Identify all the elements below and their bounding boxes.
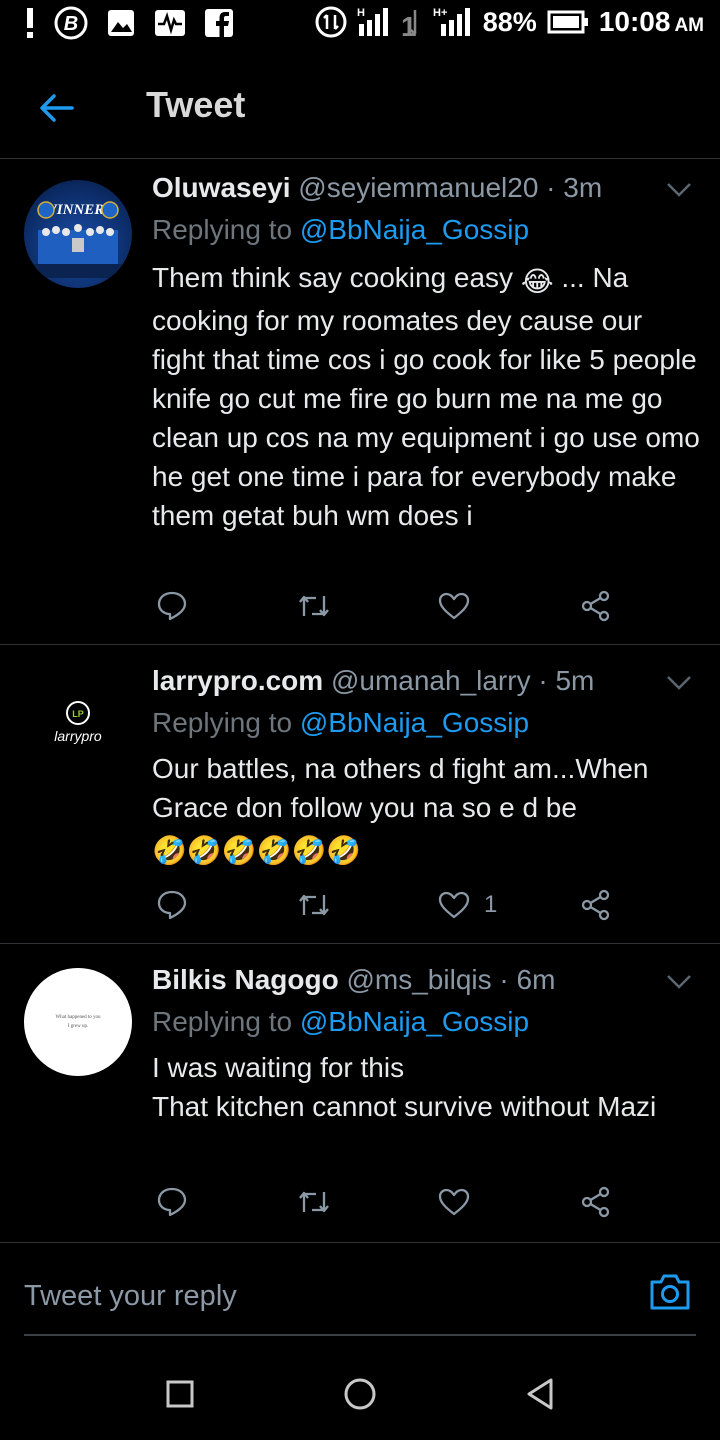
tweet-item[interactable]: WINNERS Oluwaseyi @seyiemmanuel20 · 3m R… — [0, 160, 720, 645]
share-icon — [581, 889, 610, 921]
back-arrow-icon[interactable] — [32, 84, 80, 132]
replying-to-label: Replying to — [152, 214, 293, 245]
share-icon — [581, 1186, 610, 1218]
tweet-item[interactable]: LP larrypro larrypro.com @umanah_larry ·… — [0, 645, 720, 944]
mention-link[interactable]: @BbNaija_Gossip — [300, 707, 529, 738]
retweet-button[interactable] — [296, 586, 332, 626]
chevron-down-icon[interactable] — [666, 673, 692, 693]
retweet-button[interactable] — [296, 1182, 332, 1222]
avatar[interactable]: WINNERS — [24, 180, 132, 288]
tweet-text: Them think say cooking easy 😂 ... Na coo… — [152, 258, 700, 535]
recents-square-icon[interactable] — [160, 1374, 200, 1414]
share-icon — [581, 590, 610, 622]
avatar[interactable]: LP larrypro — [24, 665, 132, 773]
replying-to: Replying to @BbNaija_Gossip — [152, 214, 529, 246]
like-button[interactable] — [438, 1182, 484, 1222]
retweet-icon — [299, 894, 329, 916]
alert-icon — [24, 6, 36, 40]
share-button[interactable] — [580, 1182, 612, 1222]
pulse-app-icon — [154, 8, 186, 38]
avatar-caption: What happened to you I grew up. — [55, 1015, 101, 1029]
retweet-button[interactable] — [296, 885, 332, 925]
tweet-text-part: Them think say cooking easy — [152, 262, 521, 293]
svg-text:B: B — [64, 13, 78, 35]
signal-hplus-icon: H+ — [433, 6, 473, 38]
b-app-icon: B — [54, 6, 88, 40]
page-title: Tweet — [146, 84, 246, 125]
tweet-text-part: Our battles, na others d fight am...When… — [152, 753, 649, 823]
like-count: 1 — [484, 891, 498, 918]
reply-icon — [157, 890, 187, 920]
heart-icon — [438, 891, 470, 919]
mention-link[interactable]: @BbNaija_Gossip — [300, 1006, 529, 1037]
mention-link[interactable]: @BbNaija_Gossip — [300, 214, 529, 245]
camera-icon[interactable] — [648, 1272, 692, 1312]
reply-button[interactable] — [156, 586, 188, 626]
user-name[interactable]: larrypro.com — [152, 665, 323, 696]
heart-icon — [438, 592, 470, 620]
avatar-initials: LP — [72, 709, 84, 719]
user-handle[interactable]: @seyiemmanuel20 — [298, 172, 538, 203]
user-name[interactable]: Bilkis Nagogo — [152, 964, 339, 995]
battery-percent: 88% — [482, 6, 537, 37]
user-name[interactable]: Oluwaseyi — [152, 172, 291, 203]
app-header: Tweet — [0, 60, 720, 159]
heart-icon — [438, 1188, 470, 1216]
tweet-actions: 1 — [152, 885, 672, 925]
tweet-time: 3m — [563, 172, 603, 203]
tweet-text: I was waiting for this That kitchen cann… — [152, 1048, 700, 1126]
tweet-item[interactable]: What happened to you I grew up. Bilkis Na… — [0, 944, 720, 1243]
replying-to: Replying to @BbNaija_Gossip — [152, 707, 529, 739]
emoji: 🤣🤣🤣🤣🤣🤣 — [152, 835, 362, 866]
system-nav-bar — [0, 1344, 720, 1440]
chevron-down-icon[interactable] — [666, 972, 692, 992]
back-triangle-icon[interactable] — [520, 1374, 560, 1414]
tweet-text-part: ... Na cooking for my roomates dey cause… — [152, 262, 700, 531]
emoji: 😂 — [520, 266, 554, 297]
share-button[interactable] — [580, 885, 612, 925]
data-arrows-icon: 1 — [401, 6, 423, 38]
clock: 10:08 AM — [598, 6, 704, 37]
reply-button[interactable] — [156, 1182, 188, 1222]
tweet-time: 5m — [555, 665, 595, 696]
retweet-icon — [299, 1191, 329, 1213]
like-button[interactable] — [438, 586, 484, 626]
tweet-actions — [152, 1182, 672, 1222]
reply-icon — [157, 591, 187, 621]
avatar-caption: larrypro — [54, 728, 102, 744]
user-handle[interactable]: @umanah_larry — [331, 665, 531, 696]
chevron-down-icon[interactable] — [666, 180, 692, 200]
share-button[interactable] — [580, 586, 612, 626]
reply-input[interactable]: Tweet your reply — [24, 1280, 237, 1313]
facebook-icon — [204, 8, 234, 38]
svg-text:H: H — [357, 7, 365, 19]
image-icon — [106, 8, 136, 38]
tweet-text: Our battles, na others d fight am...When… — [152, 749, 700, 870]
svg-text:H+: H+ — [433, 7, 447, 19]
tweet-header: Oluwaseyi @seyiemmanuel20 · 3m — [152, 172, 602, 204]
replying-to-label: Replying to — [152, 707, 293, 738]
reply-button[interactable] — [156, 885, 188, 925]
signal-h-icon: H — [357, 6, 391, 38]
separator-dot: · — [546, 172, 556, 203]
replying-to-label: Replying to — [152, 1006, 293, 1037]
avatar[interactable]: What happened to you I grew up. — [24, 968, 132, 1076]
tweet-time: 6m — [516, 964, 556, 995]
like-button[interactable]: 1 — [438, 885, 497, 925]
mobile-data-icon — [315, 6, 347, 38]
reply-composer[interactable]: Tweet your reply — [24, 1262, 696, 1336]
separator-dot: · — [538, 665, 548, 696]
tweet-text-part: I was waiting for this That kitchen cann… — [152, 1052, 657, 1122]
retweet-icon — [299, 595, 329, 617]
battery-icon — [547, 10, 589, 34]
reply-icon — [157, 1187, 187, 1217]
tweet-actions — [152, 586, 672, 626]
home-circle-icon[interactable] — [340, 1374, 380, 1414]
tweet-header: Bilkis Nagogo @ms_bilqis · 6m — [152, 964, 555, 996]
tweet-header: larrypro.com @umanah_larry · 5m — [152, 665, 594, 697]
separator-dot: · — [499, 964, 509, 995]
user-handle[interactable]: @ms_bilqis — [346, 964, 491, 995]
replying-to: Replying to @BbNaija_Gossip — [152, 1006, 529, 1038]
status-bar: B H 1 H+ 88% 10:08 AM — [0, 0, 720, 50]
